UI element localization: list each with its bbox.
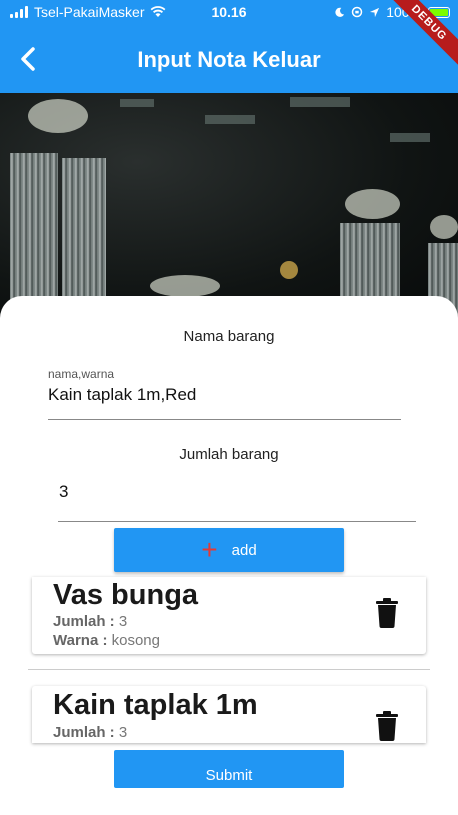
moon-icon — [335, 7, 345, 17]
page-title: Input Nota Keluar — [137, 47, 321, 72]
item-jumlah-value: 3 — [118, 613, 128, 630]
plus-icon: + — [201, 534, 218, 565]
item-warna: Warna : kosong — [53, 632, 160, 649]
item-warna-value: kosong — [111, 632, 160, 649]
orientation-lock-icon — [351, 6, 363, 18]
item-warna-label: Warna : — [53, 632, 112, 649]
form-sheet: Nama barang nama,warna Kain taplak 1m,Re… — [0, 296, 458, 815]
trash-icon — [376, 598, 398, 628]
list-item: Vas bunga Jumlah : 3 Warna : kosong — [32, 577, 426, 654]
trash-icon — [376, 711, 398, 741]
jumlah-barang-label: Jumlah barang — [179, 446, 279, 463]
nama-warna-caption: nama,warna — [48, 367, 115, 381]
location-icon — [370, 7, 380, 17]
item-name: Vas bunga — [53, 579, 199, 611]
status-bar: Tsel-PakaiMasker 10.16 100% — [0, 0, 458, 25]
list-item: Kain taplak 1m Jumlah : 3 — [32, 686, 426, 743]
submit-button[interactable]: Submit — [114, 750, 344, 788]
submit-button-label: Submit — [205, 767, 253, 784]
jumlah-value[interactable]: 3 — [59, 482, 68, 502]
add-button-label: add — [231, 541, 257, 559]
item-name: Kain taplak 1m — [53, 689, 258, 721]
item-jumlah: Jumlah : 3 — [53, 724, 127, 741]
jumlah-underline — [58, 521, 416, 522]
item-jumlah: Jumlah : 3 — [53, 613, 127, 630]
item-jumlah-label: Jumlah : — [53, 724, 119, 741]
app-bar: Input Nota Keluar — [0, 25, 458, 93]
item-jumlah-label: Jumlah : — [53, 613, 119, 630]
delete-button[interactable] — [375, 598, 399, 628]
item-jumlah-value: 3 — [118, 724, 128, 741]
nama-warna-value[interactable]: Kain taplak 1m,Red — [48, 385, 196, 405]
delete-button[interactable] — [375, 711, 399, 741]
background-photo — [0, 93, 458, 323]
nama-barang-label: Nama barang — [183, 328, 275, 345]
divider — [28, 669, 430, 670]
add-button[interactable]: + add — [114, 528, 344, 572]
nama-warna-underline — [48, 419, 401, 420]
